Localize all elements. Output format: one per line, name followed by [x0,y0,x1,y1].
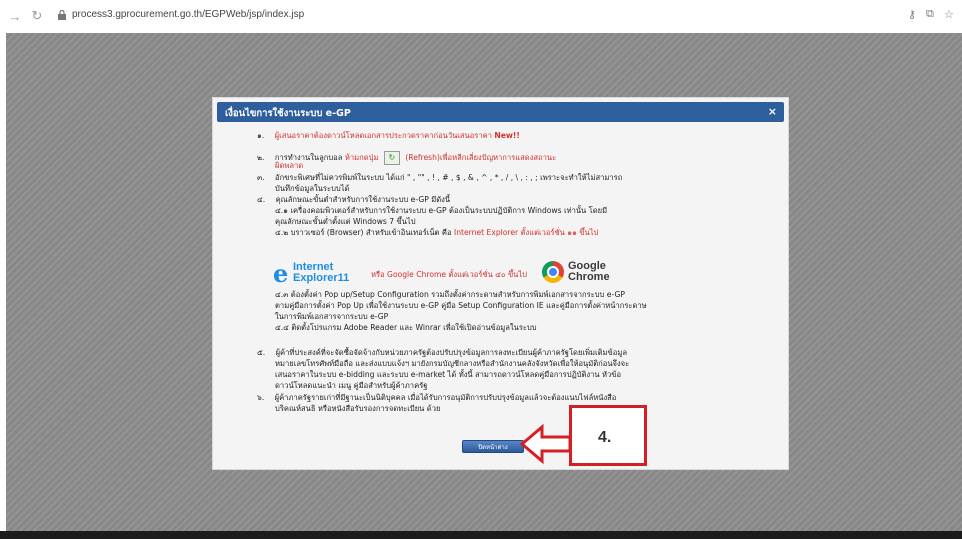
terms-dialog: เงื่อนไขการใช้งานระบบ e-GP × ๑. ผู้เสนอร… [212,97,789,470]
term-item-4-2-chrome: หรือ Google Chrome ตั้งแต่เวอร์ชั่น ๔๐ ข… [371,270,527,279]
term-item-4-1: ๔.๑ เครื่องคอมพิวเตอร์สำหรับการใช้งานระบ… [275,206,608,215]
term-item-3: ๓. อักขระพิเศษที่ไม่ควรพิมพ์ในระบบ ได้แก… [257,173,623,182]
page-left-edge [0,33,6,539]
annotation-step-label: 4. [598,429,612,446]
term-item-5-cont3: ดาวน์โหลดแนะนำ เมนู คู่มือสำหรับผู้ค้าภา… [275,381,428,390]
dialog-header: เงื่อนไขการใช้งานระบบ e-GP × [217,102,784,122]
term-item-5-cont2: เสนอราคาในระบบ e-bidding และระบบ e-marke… [275,370,622,379]
term-item-3-cont: บันทึกข้อมูลในระบบได้ [275,184,350,193]
reload-icon[interactable]: ↻ [28,8,46,24]
term-item-5: ๕. ผู้ค้าที่ประสงค์ที่จะจัดซื้อจัดจ้างกั… [257,348,627,357]
dialog-title: เงื่อนไขการใช้งานระบบ e-GP [225,108,351,119]
term-item-4-4: ๔.๔ ติดตั้งโปรแกรม Adobe Reader และ Winr… [275,323,537,332]
star-icon[interactable]: ☆ [944,8,954,21]
term-item-2-cont: ผิดพลาด [275,161,304,170]
lock-icon [58,10,66,20]
close-dialog-button[interactable]: ปิดหน้าต่าง [462,440,524,453]
ie-icon: e [273,259,289,288]
term-item-1: ๑. ผู้เสนอราคาต้องดาวน์โหลดเอกสารประกวดร… [257,131,520,140]
term-item-4: ๔. คุณลักษณะขั้นต่ำสำหรับการใช้งานระบบ e… [257,195,451,204]
url-field[interactable]: process3.gprocurement.go.th/EGPWeb/jsp/i… [72,9,304,20]
close-icon[interactable]: × [768,105,777,118]
annotation-step-box: 4. [569,405,647,466]
term-item-4-3-cont1: ตามคู่มือการตั้งค่า Pop Up เพื่อใช้งานระ… [275,301,647,310]
term-item-4-2: ๔.๒ บราวเซอร์ (Browser) สำหรับเข้าอินเทอ… [275,228,599,237]
chrome-icon [542,261,564,283]
term-item-6-cont: บริคณห์สนธิ หรือหนังสือรับรองการจดทะเบีย… [275,404,441,413]
translate-icon[interactable]: ⧉ [926,8,934,21]
back-arrow-icon[interactable]: → [6,9,24,24]
internet-explorer-logo: e Internet Explorer11 [273,259,350,288]
term-item-4-1-cont: คุณลักษณะขั้นต่ำตั้งแต่ Windows 7 ขึ้นไป [275,217,416,226]
refresh-icon: ↻ [383,151,400,165]
key-icon[interactable]: ⚷ [908,8,916,21]
term-item-5-cont1: หมายเลขโทรศัพท์มือถือ และส่งแบบแจ้งฯ มาย… [275,359,630,368]
page-bottom-bar [0,531,962,539]
term-item-6: ๖. ผู้ค้าภาครัฐรายเก่าที่มีฐานะเป็นนิติบ… [257,393,617,402]
browser-toolbar: → ↻ process3.gprocurement.go.th/EGPWeb/j… [0,0,962,33]
term-item-4-3-cont2: ในการพิมพ์เอกสารจากระบบ e-GP [275,312,389,321]
dialog-content: ๑. ผู้เสนอราคาต้องดาวน์โหลดเอกสารประกวดร… [213,122,790,471]
annotation-arrow-icon [520,423,572,465]
google-chrome-logo: Google Chrome [542,259,622,287]
term-item-4-3: ๔.๓ ต้องตั้งค่า Pop up/Setup Configurati… [275,290,625,299]
